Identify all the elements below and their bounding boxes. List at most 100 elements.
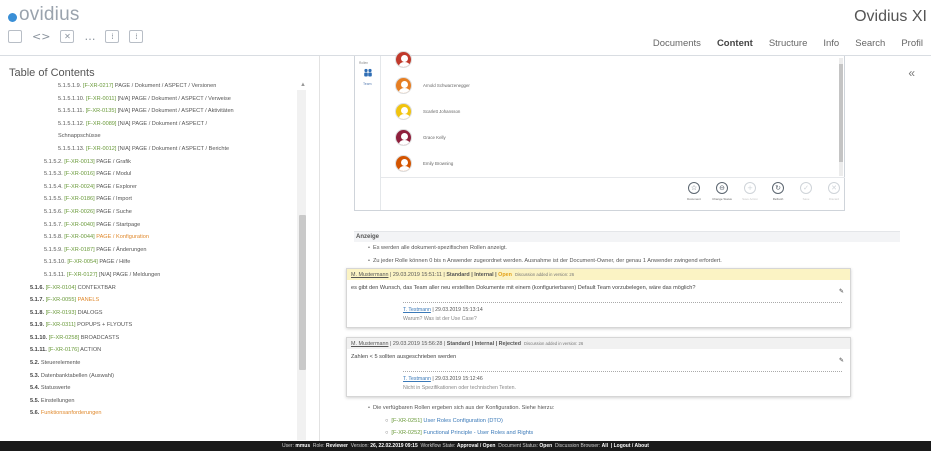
toc-item[interactable]: 5.1.5.9. [F-XR-0187] PAGE / Änderungen: [30, 244, 310, 257]
avatar: [395, 76, 412, 94]
team-icon[interactable]: [363, 68, 373, 78]
ellipsis-icon[interactable]: …: [84, 30, 95, 43]
action-change-status[interactable]: ⊖ Change Status: [709, 182, 735, 201]
team-scroll-thumb[interactable]: [839, 64, 843, 162]
team-member[interactable]: Emily Browning: [395, 153, 453, 173]
link-item[interactable]: ○ [F-XR-0251] User Roles Configuration (D…: [385, 418, 503, 424]
toc-item[interactable]: 5.4. Statuswerte: [30, 382, 310, 395]
reply-date: 29.03.2019 15:13:14: [435, 307, 483, 313]
toc-item[interactable]: 5.1.8. [F-XR-0193] DIALOGS: [30, 307, 310, 320]
toc-item[interactable]: 5.1.5.6. [F-XR-0026] PAGE / Suche: [30, 206, 310, 219]
team-member[interactable]: [395, 49, 423, 69]
toc-item[interactable]: 5.1.5.2. [F-XR-0013] PAGE / Grafik: [30, 156, 310, 169]
discard-icon: ✕: [828, 182, 840, 194]
nav-box-icon-2[interactable]: ⁞: [129, 30, 144, 43]
pin-icon[interactable]: ✎: [839, 357, 844, 364]
toc-item[interactable]: 5.1.5.1.12. [F-XR-0089] [N/A] PAGE / Dok…: [30, 118, 310, 131]
toc-item[interactable]: 5.1.11. [F-XR-0176] ACTION: [30, 344, 310, 357]
code-icon[interactable]: <>: [32, 30, 50, 43]
nav-info[interactable]: Info: [815, 38, 847, 49]
action-save[interactable]: ✓ Save: [793, 182, 819, 201]
section-title: Anzeige: [354, 231, 900, 242]
link-item[interactable]: ○ [F-XR-0252] Functional Principle - User…: [385, 430, 533, 436]
discussion-author[interactable]: M. Mustermann: [351, 272, 388, 278]
window-icon[interactable]: [8, 30, 22, 43]
discussion-reply: T. Testmann | 29.03.2019 15:12:46 Nicht …: [347, 372, 850, 396]
toc-item[interactable]: 5.1.5.1.10. [F-XR-0011] [N/A] PAGE / Dok…: [30, 93, 310, 106]
link-text[interactable]: User Roles Configuration (DTO): [423, 418, 502, 424]
discussion-status: Open: [498, 272, 512, 278]
action-label: Save: [802, 197, 810, 201]
toc-item[interactable]: 5.2. Steuerelemente: [30, 357, 310, 370]
collapse-panel-icon[interactable]: «: [908, 66, 915, 80]
discussion-author[interactable]: M. Mustermann: [351, 341, 388, 347]
toc-item[interactable]: 5.5. Einstellungen: [30, 395, 310, 408]
status-workflow: Approval / Open: [456, 443, 496, 449]
member-name: Arnold Schwarzenegger: [423, 82, 470, 88]
status-user: mmus: [295, 443, 311, 449]
discussion-tags: Standard | Internal | Rejected: [446, 341, 522, 347]
close-box-icon[interactable]: ✕: [60, 30, 75, 43]
toc-item[interactable]: 5.1.5.4. [F-XR-0024] PAGE / Explorer: [30, 181, 310, 194]
action-discard[interactable]: ✕ Discard: [821, 182, 847, 201]
toc-item[interactable]: 5.1.6. [F-XR-0104] CONTEXTBAR: [30, 282, 310, 295]
team-member[interactable]: Grace Kelly: [395, 127, 446, 147]
action-label: Discard: [828, 197, 840, 201]
toc-item[interactable]: 5.1.5.3. [F-XR-0016] PAGE / Modul: [30, 168, 310, 181]
team-member[interactable]: Arnold Schwarzenegger: [395, 75, 470, 95]
main-nav: Documents Content Structure Info Search Profi…: [645, 38, 931, 49]
toc-scroll-thumb[interactable]: [299, 215, 306, 370]
reply-text: Warum? Was ist der Use Case?: [403, 316, 477, 322]
nav-box-icon[interactable]: ⁞: [105, 30, 120, 43]
toc-item[interactable]: 5.1.5.8. [F-XR-0044] PAGE / Konfiguratio…: [30, 231, 310, 244]
reply-author[interactable]: T. Testmann: [403, 307, 431, 313]
nav-documents[interactable]: Documents: [645, 38, 709, 49]
discussion-card-2: M. Mustermann | 29.03.2019 15:56:28 | St…: [346, 337, 851, 397]
nav-content[interactable]: Content: [709, 38, 761, 49]
logout-about-link[interactable]: | Logout / About: [611, 443, 649, 449]
nav-structure[interactable]: Structure: [761, 38, 816, 49]
nav-profil[interactable]: Profil: [893, 38, 931, 49]
reply-date: 29.03.2019 15:12:46: [435, 376, 483, 382]
team-member[interactable]: Scarlett Johansson: [395, 101, 460, 121]
toc-item[interactable]: 5.1.5.7. [F-XR-0040] PAGE / Startpage: [30, 219, 310, 232]
toc-item[interactable]: 5.1.5.5. [F-XR-0186] PAGE / Import: [30, 193, 310, 206]
team-action-bar: ☆ Document ⊖ Change Status + Save Action ↻ Refr…: [381, 177, 845, 210]
discussion-text: es gibt den Wunsch, das Team aller neu e…: [351, 285, 696, 291]
toc-item[interactable]: 5.1.5.1.13. [F-XR-0012] [N/A] PAGE / Dok…: [30, 143, 310, 156]
list-item: Es werden alle dokument-spezifischen Rol…: [368, 245, 507, 251]
toc-item[interactable]: 5.1.5.1.11. [F-XR-0135] [N/A] PAGE / Dok…: [30, 105, 310, 118]
action-label: Document: [687, 197, 701, 201]
list-item: Die verfügbaren Rollen ergeben sich aus …: [368, 405, 554, 411]
toc-item[interactable]: 5.1.5.11. [F-XR-0127] [N/A] PAGE / Meldu…: [30, 269, 310, 282]
list-item: Zu jeder Rolle können 0 bis n Anwender z…: [368, 258, 722, 264]
action-save-action[interactable]: + Save Action: [737, 182, 763, 201]
discussion-text: Zahlen < 5 sollten ausgeschrieben werden: [351, 354, 457, 360]
toc-item[interactable]: 5.1.7. [F-XR-0055] PANELS: [30, 294, 310, 307]
discussion-body: Zahlen < 5 sollten ausgeschrieben werden…: [347, 349, 850, 371]
toc-item[interactable]: 5.1.5.1.9. [F-XR-0217] PAGE / Dokument /…: [30, 80, 310, 93]
team-label: Team: [363, 82, 372, 86]
reply-author[interactable]: T. Testmann: [403, 376, 431, 382]
link-text[interactable]: Functional Principle - User Roles and Ri…: [423, 430, 533, 436]
ovidius-logo[interactable]: ovidius: [8, 4, 80, 26]
toc-item[interactable]: 5.1.10. [F-XR-0258] BROADCASTS: [30, 332, 310, 345]
avatar: [395, 154, 412, 172]
action-label: Save Action: [742, 197, 758, 201]
pin-icon[interactable]: ✎: [839, 288, 844, 295]
action-refresh[interactable]: ↻ Refresh: [765, 182, 791, 201]
toc-item[interactable]: 5.1.5.10. [F-XR-0054] PAGE / Hilfe: [30, 256, 310, 269]
toc-item[interactable]: 5.1.9. [F-XR-0311] POPUPS + FLYOUTS: [30, 319, 310, 332]
panel-divider[interactable]: [319, 56, 320, 441]
toc-item[interactable]: 5.3. Datenbanktabellen (Auswahl): [30, 370, 310, 383]
scroll-up-icon[interactable]: ▲: [300, 82, 306, 88]
reply-text: Nicht in Spezifikationen oder technische…: [403, 385, 516, 391]
avatar: [395, 50, 412, 68]
avatar: [395, 102, 412, 120]
nav-search[interactable]: Search: [847, 38, 893, 49]
team-sidebar: Rollen Team: [355, 56, 381, 210]
action-document[interactable]: ☆ Document: [681, 182, 707, 201]
toc-item[interactable]: Schnappschüsse: [30, 130, 310, 143]
discussion-note: Discussion added in version: 26: [514, 272, 575, 277]
toc-item[interactable]: 5.6. Funktionsanforderungen: [30, 407, 310, 420]
